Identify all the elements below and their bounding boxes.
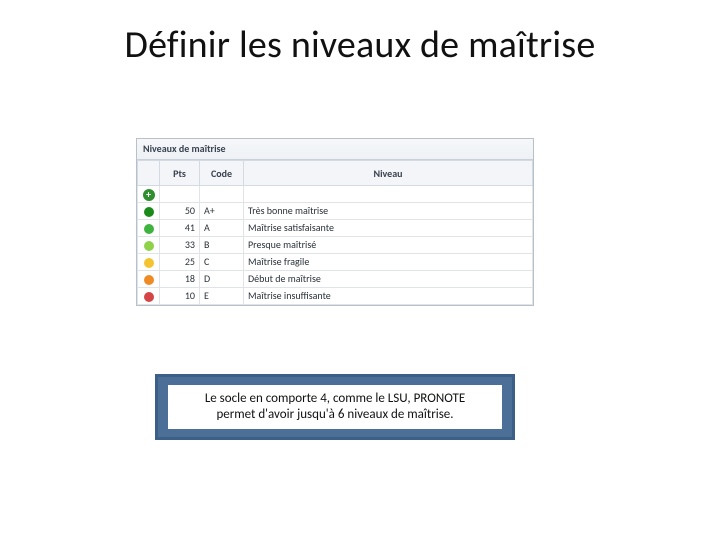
- level-color-cell: [138, 220, 160, 237]
- level-code: D: [200, 271, 244, 288]
- level-code: C: [200, 254, 244, 271]
- level-color-cell: [138, 203, 160, 220]
- col-header-niveau: Niveau: [244, 161, 533, 186]
- level-color-dot: [144, 224, 154, 234]
- table-row: 50 A+ Très bonne maîtrise: [138, 203, 533, 220]
- col-header-pts: Pts: [160, 161, 200, 186]
- note-line2: permet d'avoir jusqu'à 6 niveaux de maît…: [216, 407, 453, 422]
- level-name: Début de maîtrise: [244, 271, 533, 288]
- table-row: 18 D Début de maîtrise: [138, 271, 533, 288]
- level-color-dot: [144, 258, 154, 268]
- level-name: Maîtrise satisfaisante: [244, 220, 533, 237]
- level-color-cell: [138, 254, 160, 271]
- add-row-niveau: [244, 186, 533, 203]
- add-row-pts: [160, 186, 200, 203]
- levels-panel: Niveaux de maîtrise Pts Code Niveau +: [136, 138, 534, 306]
- level-code: A+: [200, 203, 244, 220]
- note-text: Le socle en comporte 4, comme le LSU, PR…: [168, 385, 502, 430]
- level-name: Maîtrise insuffisante: [244, 288, 533, 305]
- level-pts: 50: [160, 203, 200, 220]
- level-color-dot: [144, 292, 154, 302]
- panel-header: Niveaux de maîtrise: [137, 139, 533, 160]
- col-header-code: Code: [200, 161, 244, 186]
- level-color-dot: [144, 207, 154, 217]
- level-pts: 33: [160, 237, 200, 254]
- add-level-cell[interactable]: +: [138, 186, 160, 203]
- level-color-cell: [138, 271, 160, 288]
- note-box: Le socle en comporte 4, comme le LSU, PR…: [155, 374, 515, 440]
- level-pts: 18: [160, 271, 200, 288]
- level-color-dot: [144, 241, 154, 251]
- levels-table: Pts Code Niveau + 50 A+: [137, 160, 533, 305]
- col-header-icon: [138, 161, 160, 186]
- level-pts: 41: [160, 220, 200, 237]
- add-row-code: [200, 186, 244, 203]
- level-color-cell: [138, 288, 160, 305]
- table-row: 33 B Presque maîtrisé: [138, 237, 533, 254]
- level-code: E: [200, 288, 244, 305]
- table-row: 41 A Maîtrise satisfaisante: [138, 220, 533, 237]
- level-pts: 25: [160, 254, 200, 271]
- level-code: B: [200, 237, 244, 254]
- level-color-cell: [138, 237, 160, 254]
- level-name: Très bonne maîtrise: [244, 203, 533, 220]
- slide: Définir les niveaux de maîtrise Niveaux …: [0, 0, 720, 540]
- level-name: Presque maîtrisé: [244, 237, 533, 254]
- plus-icon: +: [143, 189, 155, 201]
- table-header-row: Pts Code Niveau: [138, 161, 533, 186]
- note-line1: Le socle en comporte 4, comme le LSU, PR…: [205, 391, 465, 406]
- table-row: 10 E Maîtrise insuffisante: [138, 288, 533, 305]
- level-pts: 10: [160, 288, 200, 305]
- level-name: Maîtrise fragile: [244, 254, 533, 271]
- level-code: A: [200, 220, 244, 237]
- table-row: 25 C Maîtrise fragile: [138, 254, 533, 271]
- level-color-dot: [144, 275, 154, 285]
- add-row: +: [138, 186, 533, 203]
- slide-title: Définir les niveaux de maîtrise: [0, 22, 720, 68]
